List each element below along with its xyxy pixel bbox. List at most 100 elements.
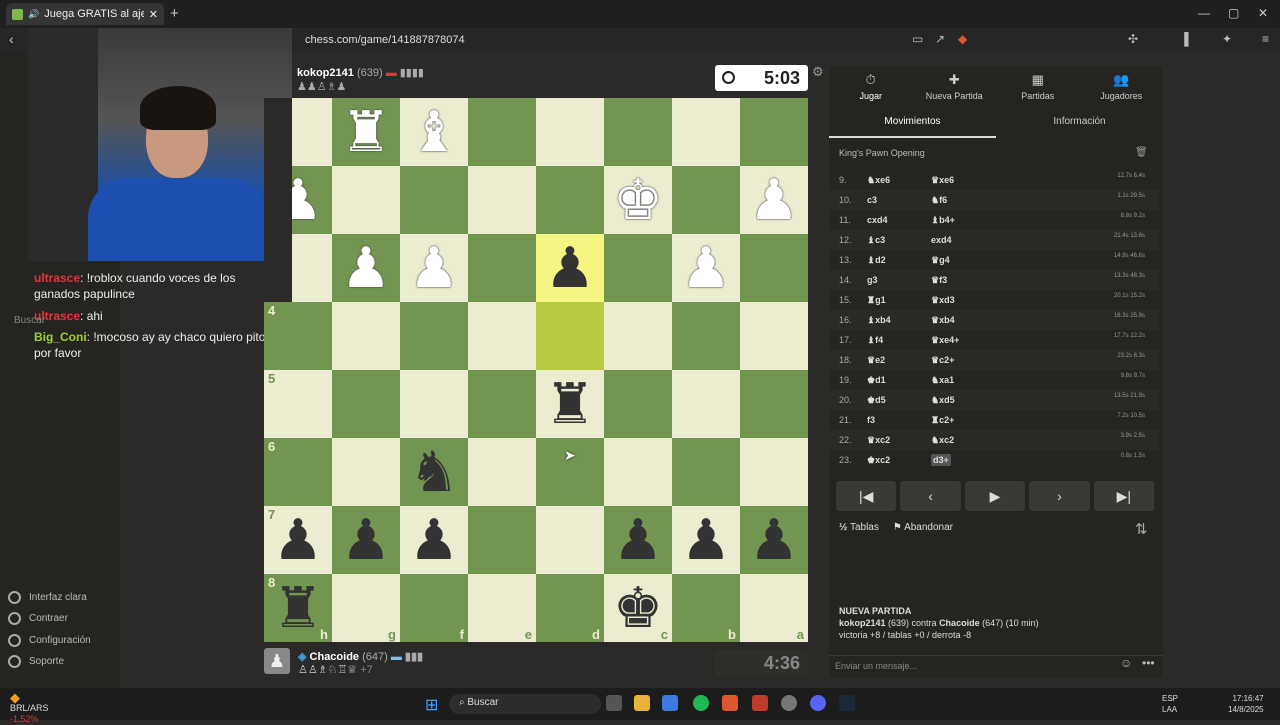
board-square[interactable] <box>332 438 400 506</box>
emoji-icon[interactable]: ☺ <box>1120 656 1132 670</box>
board-square[interactable]: b <box>672 574 740 642</box>
taskbar-search[interactable]: ⌕ Buscar <box>449 694 601 714</box>
white-move[interactable]: ♚d1 <box>867 375 931 386</box>
board-square[interactable] <box>468 302 536 370</box>
white-bishop-icon[interactable]: ♝ <box>409 104 459 160</box>
chat-input[interactable]: Enviar un mensaje... <box>829 655 1163 677</box>
board-square[interactable] <box>740 234 808 302</box>
board-square[interactable] <box>604 370 672 438</box>
board-square[interactable] <box>400 370 468 438</box>
white-pawn-icon[interactable]: ♟ <box>341 240 391 296</box>
close-window-button[interactable]: ✕ <box>1258 6 1268 20</box>
black-move[interactable]: ♜c2+ <box>931 415 1031 426</box>
black-move[interactable]: ♞xc2 <box>931 435 1031 446</box>
white-move[interactable]: ♝xb4 <box>867 315 931 326</box>
board-square[interactable]: 6 <box>264 438 332 506</box>
board-square[interactable] <box>672 438 740 506</box>
board-square[interactable]: ♟ <box>672 506 740 574</box>
black-move[interactable]: ♞xd5 <box>931 395 1031 406</box>
black-pawn-icon[interactable]: ♟ <box>409 512 459 568</box>
brave-icon[interactable] <box>722 695 738 711</box>
black-king-icon[interactable]: ♚ <box>613 580 663 636</box>
resign-button[interactable]: ⚑ Abandonar <box>893 522 953 533</box>
panel-tab-1[interactable]: ✚ Nueva Partida <box>913 66 997 106</box>
share-icon[interactable]: ↗ <box>935 32 945 46</box>
github-icon[interactable] <box>781 695 797 711</box>
board-square[interactable] <box>604 98 672 166</box>
white-pawn-icon[interactable]: ♟ <box>749 172 799 228</box>
white-pawn-icon[interactable]: ♟ <box>409 240 459 296</box>
board-square[interactable] <box>400 302 468 370</box>
board-square[interactable]: ♜ <box>536 370 604 438</box>
board-square[interactable] <box>740 370 808 438</box>
board-square[interactable]: ♟ <box>400 506 468 574</box>
extensions-icon[interactable]: ✣ <box>1128 32 1138 46</box>
white-pawn-icon[interactable]: ♟ <box>681 240 731 296</box>
draw-button[interactable]: ½ Tablas <box>839 522 879 533</box>
bottom-player-info[interactable]: ◈ Chacoide (647) ▬ ▮▮▮ <box>298 650 423 663</box>
previous-move-button[interactable]: ‹ <box>900 481 961 511</box>
board-square[interactable] <box>468 506 536 574</box>
panel-tab-2[interactable]: ▦ Partidas <box>996 66 1080 106</box>
file-explorer-icon[interactable] <box>634 695 650 711</box>
board-square[interactable]: ♟ <box>536 234 604 302</box>
board-settings-icon[interactable]: ⚙ <box>812 64 824 80</box>
board-square[interactable] <box>672 302 740 370</box>
board-square[interactable]: ♟ <box>604 506 672 574</box>
black-move[interactable]: ♛xe4+ <box>931 335 1031 346</box>
board-square[interactable] <box>468 438 536 506</box>
black-move[interactable]: ♛xd3 <box>931 295 1031 306</box>
black-move[interactable]: ♞f6 <box>931 195 1031 206</box>
black-pawn-icon[interactable]: ♟ <box>273 512 323 568</box>
board-square[interactable]: d <box>536 574 604 642</box>
white-move[interactable]: ♝f4 <box>867 335 931 346</box>
black-pawn-icon[interactable]: ♟ <box>681 512 731 568</box>
menu-icon[interactable]: ≡ <box>1262 32 1269 46</box>
avatar[interactable]: ♟ <box>264 648 290 674</box>
sidebar-item-settings[interactable]: Configuración <box>8 634 91 647</box>
board-square[interactable]: ♟ <box>672 234 740 302</box>
board-square[interactable] <box>468 234 536 302</box>
board-square[interactable] <box>604 234 672 302</box>
black-pawn-icon[interactable]: ♟ <box>749 512 799 568</box>
sidebar-search[interactable]: Buscar <box>8 312 116 332</box>
more-options-icon[interactable]: ••• <box>1142 656 1155 670</box>
trash-icon[interactable]: 🗑 <box>1135 147 1148 158</box>
black-rook-icon[interactable]: ♜ <box>273 580 323 636</box>
black-move[interactable]: d3+ <box>931 454 1031 466</box>
top-player-info[interactable]: kokop2141 (639) ▬ ▮▮▮▮ <box>297 66 424 79</box>
board-square[interactable]: 5 <box>264 370 332 438</box>
tab-info[interactable]: Información <box>996 110 1163 138</box>
discord-icon[interactable] <box>810 695 826 711</box>
panel-tab-3[interactable]: 👥 Jugadores <box>1080 66 1164 106</box>
ai-icon[interactable]: ✦ <box>1222 32 1232 46</box>
tab-close-icon[interactable]: ✕ <box>149 8 158 21</box>
board-square[interactable]: ♜ <box>332 98 400 166</box>
sidebar-item-light-ui[interactable]: Interfaz clara <box>8 591 87 604</box>
panel-tab-0[interactable]: ⏱ Jugar <box>829 66 913 106</box>
tab-moves[interactable]: Movimientos <box>829 110 996 138</box>
black-move[interactable]: ♛xb4 <box>931 315 1031 326</box>
steam-icon[interactable] <box>839 695 855 711</box>
black-pawn-icon[interactable]: ♟ <box>545 240 595 296</box>
white-move[interactable]: ♛xc2 <box>867 435 931 446</box>
board-square[interactable] <box>468 370 536 438</box>
black-pawn-icon[interactable]: ♟ <box>341 512 391 568</box>
board-square[interactable] <box>332 370 400 438</box>
white-move[interactable]: ♝c3 <box>867 235 931 246</box>
board-square[interactable] <box>740 302 808 370</box>
board-square[interactable] <box>332 302 400 370</box>
board-square[interactable] <box>536 166 604 234</box>
white-move[interactable]: cxd4 <box>867 215 931 225</box>
board-square[interactable] <box>332 166 400 234</box>
flip-board-icon[interactable]: ⇅ <box>1135 520 1148 538</box>
black-pawn-icon[interactable]: ♟ <box>613 512 663 568</box>
sidebar-toggle-icon[interactable]: ▐ <box>1180 32 1189 46</box>
board-square[interactable] <box>604 438 672 506</box>
board-square[interactable] <box>672 166 740 234</box>
white-move[interactable]: ♛e2 <box>867 355 931 366</box>
board-square[interactable] <box>400 166 468 234</box>
white-move[interactable]: g3 <box>867 275 931 285</box>
board-square[interactable] <box>468 166 536 234</box>
black-move[interactable]: ♛g4 <box>931 255 1031 266</box>
